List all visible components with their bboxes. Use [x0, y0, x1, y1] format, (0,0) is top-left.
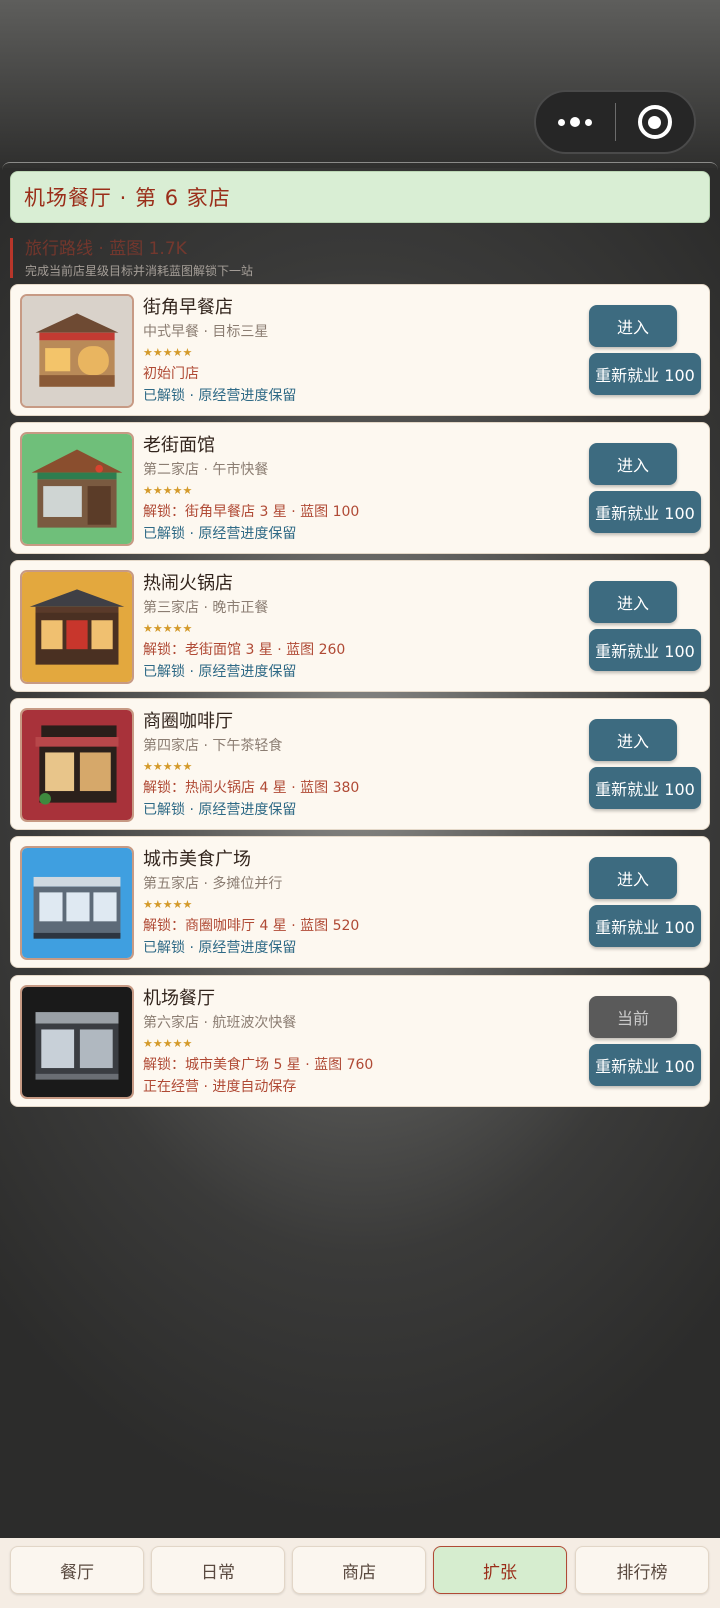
store-subtitle: 第二家店 · 午市快餐 [143, 462, 269, 478]
store-thumbnail [20, 846, 134, 960]
store-name: 街角早餐店 [143, 297, 233, 318]
bottom-tab-bar: 餐厅 日常 商店 扩张 排行榜 [0, 1538, 720, 1608]
store-info: 街角早餐店 中式早餐 · 目标三星 ★★★★★ 初始门店 已解锁 · 原经营进度… [143, 295, 583, 407]
store-subtitle: 第六家店 · 航班波次快餐 [143, 1015, 297, 1031]
store-info: 老街面馆 第二家店 · 午市快餐 ★★★★★ 解锁：街角早餐店 3 星 · 蓝图… [143, 433, 583, 545]
store-name: 老街面馆 [143, 435, 215, 456]
enter-button[interactable]: 进入 [589, 443, 677, 485]
store-card-current: 机场餐厅 第六家店 · 航班波次快餐 ★★★★★ 解锁：城市美食广场 5 星 ·… [10, 975, 710, 1107]
enter-button[interactable]: 进入 [589, 857, 677, 899]
star-rating: ★★★★★ [143, 1037, 193, 1050]
current-button: 当前 [589, 996, 677, 1038]
tab-restaurant[interactable]: 餐厅 [10, 1546, 144, 1594]
rehire-button[interactable]: 重新就业 100 [589, 767, 701, 809]
store-status: 已解锁 · 原经营进度保留 [143, 940, 297, 956]
unlock-requirement: 解锁：城市美食广场 5 星 · 蓝图 760 [143, 1057, 374, 1073]
breakfast-shop-icon [22, 296, 132, 406]
enter-button[interactable]: 进入 [589, 581, 677, 623]
food-court-icon [22, 848, 132, 958]
route-section: 旅行路线 · 蓝图 1.7K 完成当前店星级目标并消耗蓝图解锁下一站 [10, 238, 710, 278]
unlock-requirement: 初始门店 [143, 366, 199, 382]
store-subtitle: 第四家店 · 下午茶轻食 [143, 738, 283, 754]
more-icon[interactable] [536, 92, 615, 152]
store-status: 已解锁 · 原经营进度保留 [143, 526, 297, 542]
store-name: 城市美食广场 [143, 849, 251, 870]
route-text: 旅行路线 · 蓝图 1.7K [25, 239, 187, 259]
noodle-house-icon [22, 434, 132, 544]
store-subtitle: 第五家店 · 多摊位并行 [143, 876, 283, 892]
store-info: 城市美食广场 第五家店 · 多摊位并行 ★★★★★ 解锁：商圈咖啡厅 4 星 ·… [143, 847, 583, 959]
cafe-icon [22, 710, 132, 820]
store-status: 已解锁 · 原经营进度保留 [143, 802, 297, 818]
store-status: 已解锁 · 原经营进度保留 [143, 388, 297, 404]
store-subtitle: 中式早餐 · 目标三星 [143, 324, 269, 340]
store-status: 已解锁 · 原经营进度保留 [143, 664, 297, 680]
airport-restaurant-icon [22, 987, 132, 1097]
tab-expansion[interactable]: 扩张 [433, 1546, 567, 1594]
star-rating: ★★★★★ [143, 346, 193, 359]
store-card: 热闹火锅店 第三家店 · 晚市正餐 ★★★★★ 解锁：老街面馆 3 星 · 蓝图… [10, 560, 710, 692]
rehire-button[interactable]: 重新就业 100 [589, 905, 701, 947]
unlock-requirement: 解锁：老街面馆 3 星 · 蓝图 260 [143, 642, 346, 658]
page-title: 机场餐厅 · 第 6 家店 [10, 171, 710, 223]
store-info: 机场餐厅 第六家店 · 航班波次快餐 ★★★★★ 解锁：城市美食广场 5 星 ·… [143, 986, 583, 1098]
store-info: 商圈咖啡厅 第四家店 · 下午茶轻食 ★★★★★ 解锁：热闹火锅店 4 星 · … [143, 709, 583, 821]
store-name: 商圈咖啡厅 [143, 711, 233, 732]
store-info: 热闹火锅店 第三家店 · 晚市正餐 ★★★★★ 解锁：老街面馆 3 星 · 蓝图… [143, 571, 583, 683]
rehire-button[interactable]: 重新就业 100 [589, 353, 701, 395]
hotpot-shop-icon [22, 572, 132, 682]
rehire-button[interactable]: 重新就业 100 [589, 1044, 701, 1086]
star-rating: ★★★★★ [143, 760, 193, 773]
store-thumbnail [20, 708, 134, 822]
tab-shop[interactable]: 商店 [292, 1546, 426, 1594]
store-thumbnail [20, 985, 134, 1099]
store-card: 老街面馆 第二家店 · 午市快餐 ★★★★★ 解锁：街角早餐店 3 星 · 蓝图… [10, 422, 710, 554]
tab-daily[interactable]: 日常 [151, 1546, 285, 1594]
enter-button[interactable]: 进入 [589, 719, 677, 761]
rehire-button[interactable]: 重新就业 100 [589, 629, 701, 671]
tab-leaderboard[interactable]: 排行榜 [575, 1546, 709, 1594]
store-thumbnail [20, 570, 134, 684]
store-card: 城市美食广场 第五家店 · 多摊位并行 ★★★★★ 解锁：商圈咖啡厅 4 星 ·… [10, 836, 710, 968]
store-name: 机场餐厅 [143, 988, 215, 1009]
unlock-requirement: 解锁：商圈咖啡厅 4 星 · 蓝图 520 [143, 918, 360, 934]
store-name: 热闹火锅店 [143, 573, 233, 594]
star-rating: ★★★★★ [143, 622, 193, 635]
star-rating: ★★★★★ [143, 898, 193, 911]
store-card: 街角早餐店 中式早餐 · 目标三星 ★★★★★ 初始门店 已解锁 · 原经营进度… [10, 284, 710, 416]
mini-program-capsule [534, 90, 696, 154]
unlock-requirement: 解锁：热闹火锅店 4 星 · 蓝图 380 [143, 780, 360, 796]
route-subtitle: 完成当前店星级目标并消耗蓝图解锁下一站 [25, 264, 254, 278]
store-status: 正在经营 · 进度自动保存 [143, 1079, 297, 1095]
close-icon[interactable] [616, 92, 695, 152]
store-thumbnail [20, 432, 134, 546]
store-thumbnail [20, 294, 134, 408]
rehire-button[interactable]: 重新就业 100 [589, 491, 701, 533]
enter-button[interactable]: 进入 [589, 305, 677, 347]
unlock-requirement: 解锁：街角早餐店 3 星 · 蓝图 100 [143, 504, 360, 520]
store-subtitle: 第三家店 · 晚市正餐 [143, 600, 269, 616]
store-card: 商圈咖啡厅 第四家店 · 下午茶轻食 ★★★★★ 解锁：热闹火锅店 4 星 · … [10, 698, 710, 830]
star-rating: ★★★★★ [143, 484, 193, 497]
